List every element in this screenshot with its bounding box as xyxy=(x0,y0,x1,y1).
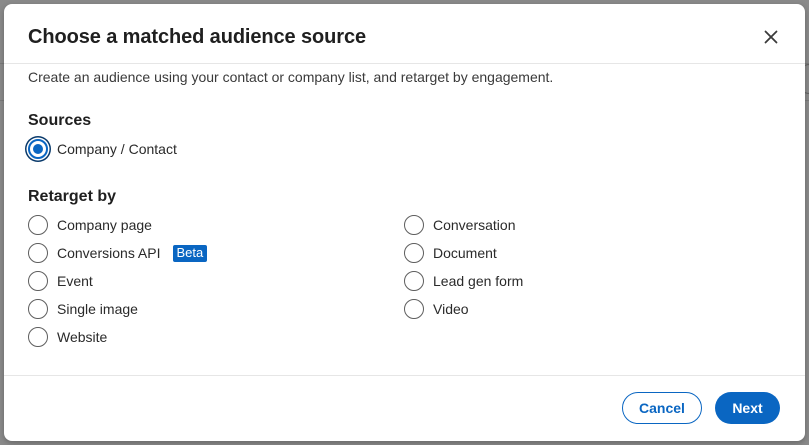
radio-video[interactable]: Video xyxy=(404,298,469,320)
dialog-description: Create an audience using your contact or… xyxy=(28,69,554,85)
radio-single-image[interactable]: Single image xyxy=(28,298,138,320)
radio-label: Website xyxy=(57,329,108,345)
radio-button-selected[interactable] xyxy=(28,139,48,159)
radio-company-contact[interactable]: Company / Contact xyxy=(28,138,177,160)
radio-event[interactable]: Event xyxy=(28,270,93,292)
radio-label: Event xyxy=(57,273,93,289)
radio-label: Company / Contact xyxy=(57,141,177,157)
radio-label: Conversation xyxy=(433,217,516,233)
radio-company-page[interactable]: Company page xyxy=(28,214,152,236)
radio-button[interactable] xyxy=(404,215,424,235)
radio-label: Lead gen form xyxy=(433,273,524,289)
radio-conversation[interactable]: Conversation xyxy=(404,214,516,236)
header-divider xyxy=(4,63,805,64)
radio-button[interactable] xyxy=(404,299,424,319)
audience-source-dialog: Choose a matched audience source Create … xyxy=(4,4,805,441)
footer-divider xyxy=(4,375,805,376)
next-button[interactable]: Next xyxy=(715,392,780,424)
radio-button[interactable] xyxy=(404,271,424,291)
cancel-button[interactable]: Cancel xyxy=(622,392,702,424)
radio-label: Company page xyxy=(57,217,152,233)
beta-badge: Beta xyxy=(172,244,208,262)
sources-heading: Sources xyxy=(28,112,92,129)
retarget-heading: Retarget by xyxy=(28,188,117,205)
close-button[interactable] xyxy=(757,23,785,51)
radio-button[interactable] xyxy=(28,271,48,291)
radio-label: Single image xyxy=(57,301,138,317)
radio-button[interactable] xyxy=(28,243,48,263)
radio-lead-gen-form[interactable]: Lead gen form xyxy=(404,270,523,292)
radio-label: Conversions API xyxy=(57,245,161,261)
radio-button[interactable] xyxy=(28,215,48,235)
radio-document[interactable]: Document xyxy=(404,242,497,264)
radio-website[interactable]: Website xyxy=(28,326,107,348)
radio-button[interactable] xyxy=(28,327,48,347)
radio-button[interactable] xyxy=(28,299,48,319)
radio-label: Document xyxy=(433,245,497,261)
dialog-title: Choose a matched audience source xyxy=(28,26,367,48)
radio-conversions-api[interactable]: Conversions API Beta xyxy=(28,242,208,264)
close-icon xyxy=(764,30,778,44)
radio-label: Video xyxy=(433,301,469,317)
radio-button[interactable] xyxy=(404,243,424,263)
